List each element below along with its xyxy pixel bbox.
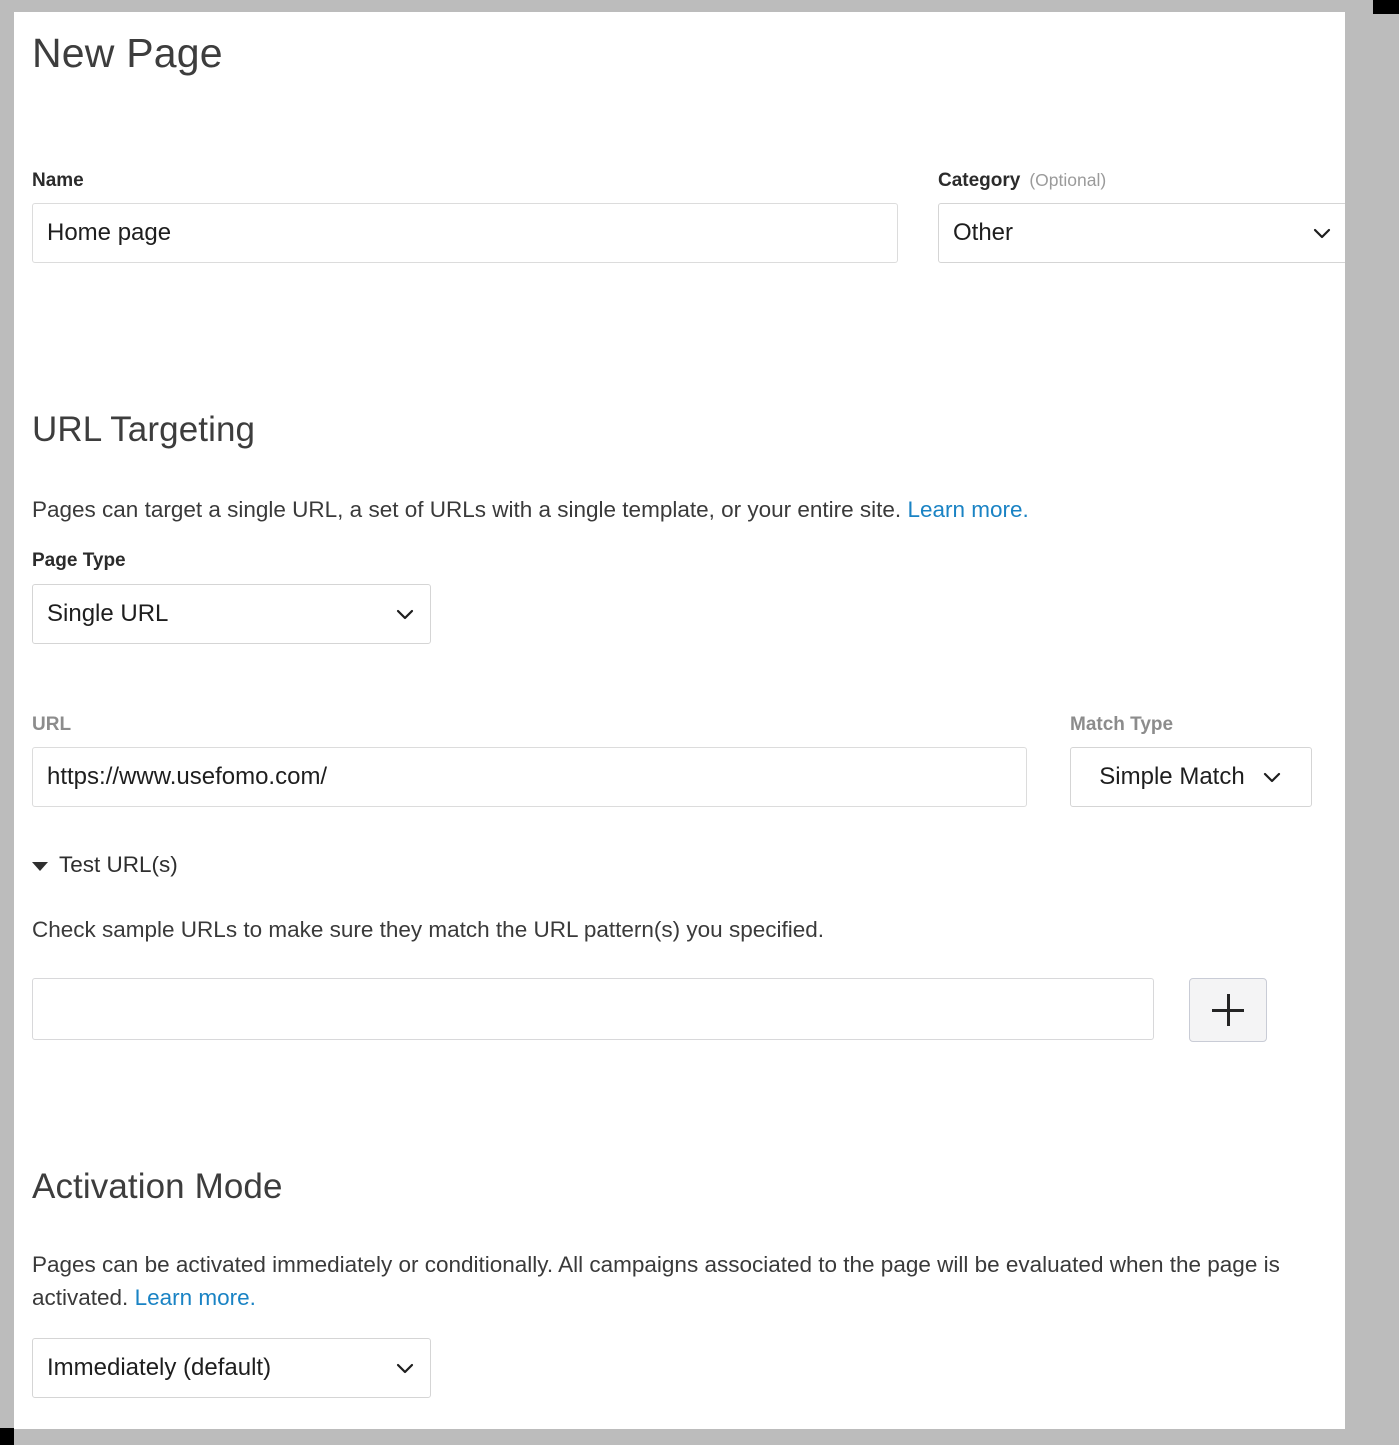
activation-mode-select-value: Immediately (default) (47, 1354, 272, 1381)
category-label-row: Category (Optional) (938, 170, 1345, 192)
page-type-group: Page Type Single URL (32, 550, 432, 644)
triangle-down-icon (32, 861, 48, 871)
category-optional-tag: (Optional) (1029, 170, 1107, 190)
url-targeting-description: Pages can target a single URL, a set of … (32, 494, 1332, 527)
name-label: Name (32, 170, 84, 191)
new-page-form-panel: New Page Name Home page Category (Optiona… (14, 12, 1345, 1429)
activation-mode-heading: Activation Mode (32, 1167, 283, 1206)
chevron-down-icon (394, 603, 416, 625)
category-field-group: Category (Optional) Other (938, 170, 1345, 263)
url-field-group: URL https://www.usefomo.com/ (32, 714, 1027, 807)
top-right-corner-marker (1373, 0, 1399, 14)
url-input[interactable]: https://www.usefomo.com/ (32, 747, 1027, 807)
category-select[interactable]: Other (938, 203, 1345, 263)
match-type-select-value: Simple Match (1099, 763, 1245, 790)
page-type-label: Page Type (32, 550, 126, 571)
url-targeting-description-text: Pages can target a single URL, a set of … (32, 497, 902, 523)
bottom-left-corner-marker (0, 1428, 14, 1445)
activation-mode-select[interactable]: Immediately (default) (32, 1338, 431, 1398)
chevron-down-icon (394, 1357, 416, 1379)
url-targeting-section: URL Targeting Pages can target a single … (32, 410, 1332, 527)
url-input-value: https://www.usefomo.com/ (47, 763, 328, 790)
test-urls-group: Test URL(s) Check sample URLs to make su… (32, 852, 1322, 947)
name-input[interactable]: Home page (32, 203, 898, 263)
activation-mode-section: Activation Mode Pages can be activated i… (32, 1167, 1332, 1315)
match-type-label: Match Type (1070, 714, 1174, 735)
url-targeting-learn-more-link[interactable]: Learn more. (907, 497, 1028, 522)
test-url-input-row (32, 978, 1282, 1042)
chevron-down-icon (1311, 222, 1333, 244)
page-title: New Page (32, 30, 223, 76)
activation-mode-description: Pages can be activated immediately or co… (32, 1249, 1332, 1314)
test-urls-disclosure-label: Test URL(s) (59, 852, 178, 877)
page-type-select-value: Single URL (47, 600, 169, 627)
test-url-input[interactable] (32, 978, 1154, 1040)
activation-mode-learn-more-link[interactable]: Learn more. (135, 1285, 256, 1310)
url-label: URL (32, 714, 72, 735)
name-field-group: Name Home page (32, 170, 898, 263)
match-type-group: Match Type Simple Match (1070, 714, 1312, 807)
match-type-select[interactable]: Simple Match (1070, 747, 1312, 807)
test-urls-description: Check sample URLs to make sure they matc… (32, 917, 825, 942)
test-urls-disclosure-toggle[interactable]: Test URL(s) (32, 852, 178, 878)
category-label: Category (938, 170, 1021, 191)
category-select-value: Other (953, 219, 1014, 246)
name-input-value: Home page (47, 219, 172, 246)
url-targeting-heading: URL Targeting (32, 410, 256, 449)
activation-mode-group: Immediately (default) (32, 1338, 432, 1398)
page-type-select[interactable]: Single URL (32, 584, 431, 644)
add-test-url-button[interactable] (1189, 978, 1267, 1042)
chevron-down-icon (1261, 766, 1283, 788)
plus-icon (1212, 994, 1244, 1026)
